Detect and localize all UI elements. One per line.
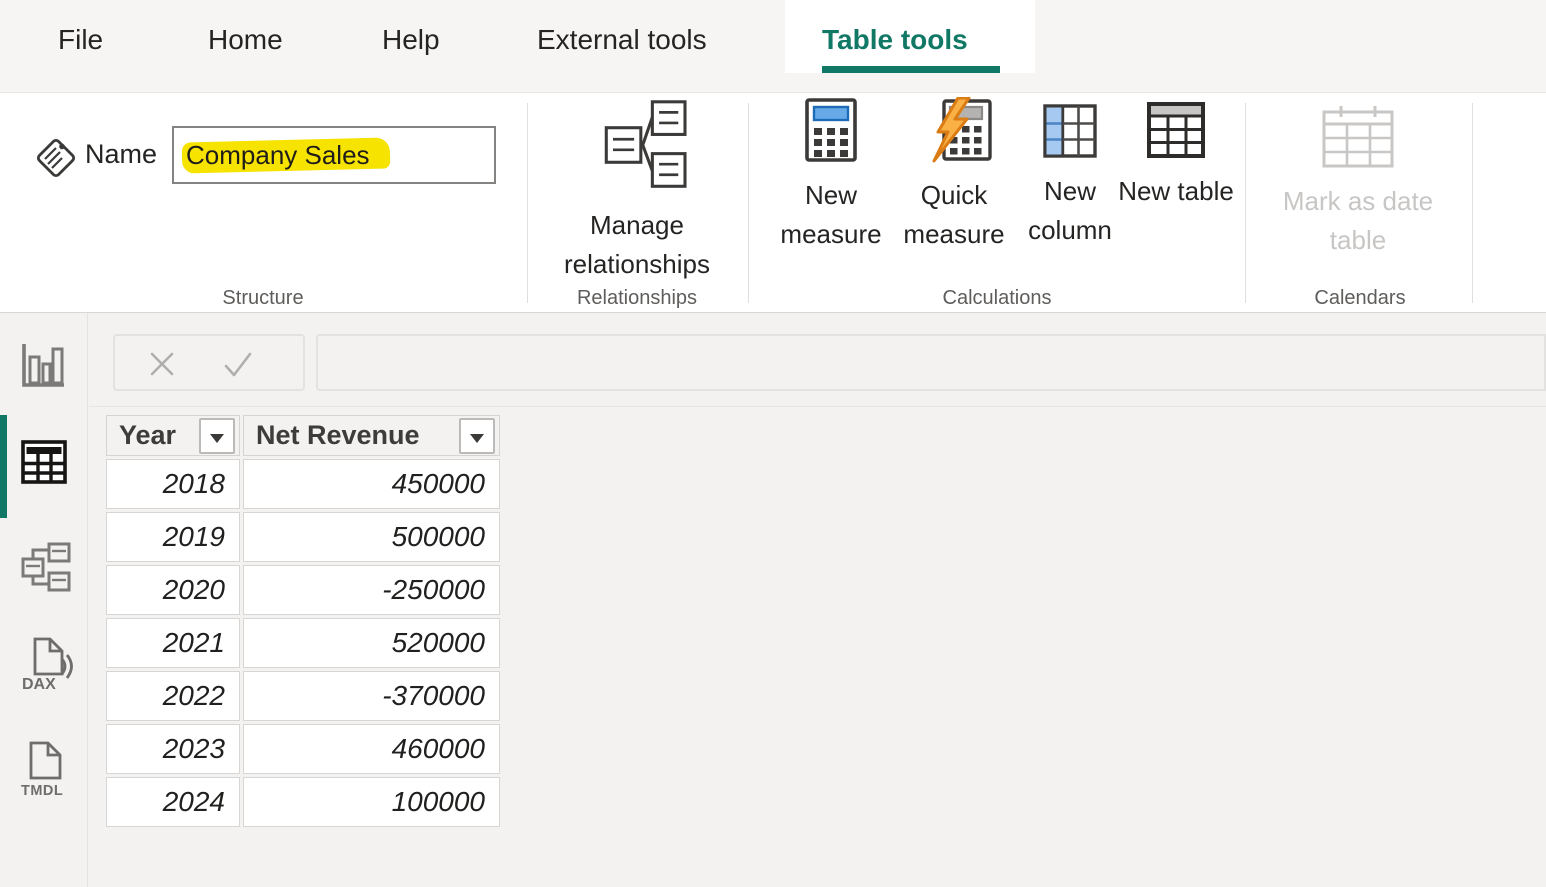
cell-year[interactable]: 2018 <box>106 459 240 509</box>
report-view-icon <box>21 342 65 388</box>
cell-net-revenue[interactable]: 520000 <box>243 618 500 668</box>
tab-table-tools[interactable]: Table tools <box>822 24 968 56</box>
ribbon-group-divider <box>748 103 749 303</box>
data-view-pane: DAX TMDL <box>0 313 1546 887</box>
cell-year[interactable]: 2023 <box>106 724 240 774</box>
model-view-icon <box>21 542 71 592</box>
new-table-icon <box>1117 101 1235 164</box>
active-tab-underline <box>822 66 1000 73</box>
structure-group-label: Structure <box>163 287 363 310</box>
ribbon-group-divider <box>1245 103 1246 303</box>
sidebar-item-table-view[interactable] <box>21 440 67 489</box>
mark-as-date-table-button[interactable]: Mark as date table <box>1258 97 1458 287</box>
relationships-group-label: Relationships <box>537 287 737 310</box>
cell-net-revenue[interactable]: 450000 <box>243 459 500 509</box>
sidebar-item-tmdl-view[interactable]: TMDL <box>21 740 73 803</box>
commit-input-button[interactable] <box>219 347 257 386</box>
manage-relationships-button[interactable]: Manage relationships <box>527 97 747 287</box>
cell-net-revenue[interactable]: 100000 <box>243 777 500 827</box>
table-row: 2020 -250000 <box>106 565 500 615</box>
tag-icon <box>33 133 79 186</box>
data-grid: Year Net Revenue 2018 <box>103 412 503 830</box>
formula-bar-actions <box>113 334 305 391</box>
quick-measure-icon <box>895 97 1013 168</box>
sidebar-item-report-view[interactable] <box>21 342 65 393</box>
tab-external-tools[interactable]: External tools <box>537 24 707 56</box>
sidebar-item-dax-query-view[interactable]: DAX <box>21 635 77 698</box>
cancel-x-icon <box>145 347 179 381</box>
chevron-down-icon <box>210 434 224 443</box>
svg-text:TMDL: TMDL <box>21 783 63 798</box>
sidebar-item-model-view[interactable] <box>21 542 71 597</box>
calendars-group-label: Calendars <box>1260 287 1460 310</box>
checkmark-icon <box>219 347 257 381</box>
column-header-net-revenue[interactable]: Net Revenue <box>243 415 500 456</box>
cell-year[interactable]: 2024 <box>106 777 240 827</box>
active-view-indicator <box>0 415 7 518</box>
new-measure-icon <box>772 97 890 168</box>
ribbon-tab-bar: File Home Help External tools Table tool… <box>0 0 1546 92</box>
cell-year[interactable]: 2021 <box>106 618 240 668</box>
quick-measure-button[interactable]: Quick measure <box>895 97 1013 287</box>
ribbon-group-divider <box>1472 103 1473 303</box>
formula-input[interactable] <box>316 334 1546 391</box>
table-row: 2022 -370000 <box>106 671 500 721</box>
ribbon: Name Company Sales Structure <box>0 92 1546 313</box>
column-header-year[interactable]: Year <box>106 415 240 456</box>
name-field-label: Name <box>85 139 157 170</box>
cell-year[interactable]: 2020 <box>106 565 240 615</box>
net-revenue-filter-dropdown-button[interactable] <box>459 418 495 454</box>
view-sidebar: DAX TMDL <box>0 313 88 887</box>
table-name-input[interactable]: Company Sales <box>172 126 496 184</box>
chevron-down-icon <box>470 434 484 443</box>
tab-help[interactable]: Help <box>382 24 440 56</box>
cell-net-revenue[interactable]: -250000 <box>243 565 500 615</box>
cell-year[interactable]: 2022 <box>106 671 240 721</box>
header-row: Year Net Revenue <box>106 415 500 456</box>
table-row: 2023 460000 <box>106 724 500 774</box>
tab-home[interactable]: Home <box>208 24 283 56</box>
formula-grid-divider <box>89 406 1546 407</box>
mark-as-date-table-icon <box>1258 105 1458 174</box>
tmdl-view-icon: TMDL <box>21 740 73 798</box>
cell-net-revenue[interactable]: 500000 <box>243 512 500 562</box>
year-filter-dropdown-button[interactable] <box>199 418 235 454</box>
cell-net-revenue[interactable]: -370000 <box>243 671 500 721</box>
manage-relationships-icon <box>527 97 747 198</box>
table-row: 2021 520000 <box>106 618 500 668</box>
new-table-button[interactable]: New table <box>1117 97 1235 287</box>
dax-query-view-icon: DAX <box>21 635 77 693</box>
new-measure-button[interactable]: New measure <box>772 97 890 287</box>
table-name-value: Company Sales <box>186 128 370 182</box>
new-column-icon <box>1011 103 1129 164</box>
calculations-group-label: Calculations <box>897 287 1097 310</box>
column-header-net-revenue-label: Net Revenue <box>256 420 420 450</box>
table-row: 2019 500000 <box>106 512 500 562</box>
powerbi-desktop-window: File Home Help External tools Table tool… <box>0 0 1546 887</box>
table-row: 2024 100000 <box>106 777 500 827</box>
cell-net-revenue[interactable]: 460000 <box>243 724 500 774</box>
column-header-year-label: Year <box>119 420 176 450</box>
cancel-input-button[interactable] <box>145 347 179 386</box>
new-column-button[interactable]: New column <box>1011 97 1129 287</box>
cell-year[interactable]: 2019 <box>106 512 240 562</box>
table-view-icon <box>21 440 67 484</box>
svg-text:DAX: DAX <box>22 676 56 693</box>
tab-file[interactable]: File <box>58 24 103 56</box>
table-row: 2018 450000 <box>106 459 500 509</box>
structure-group: Name Company Sales Structure <box>0 93 527 313</box>
